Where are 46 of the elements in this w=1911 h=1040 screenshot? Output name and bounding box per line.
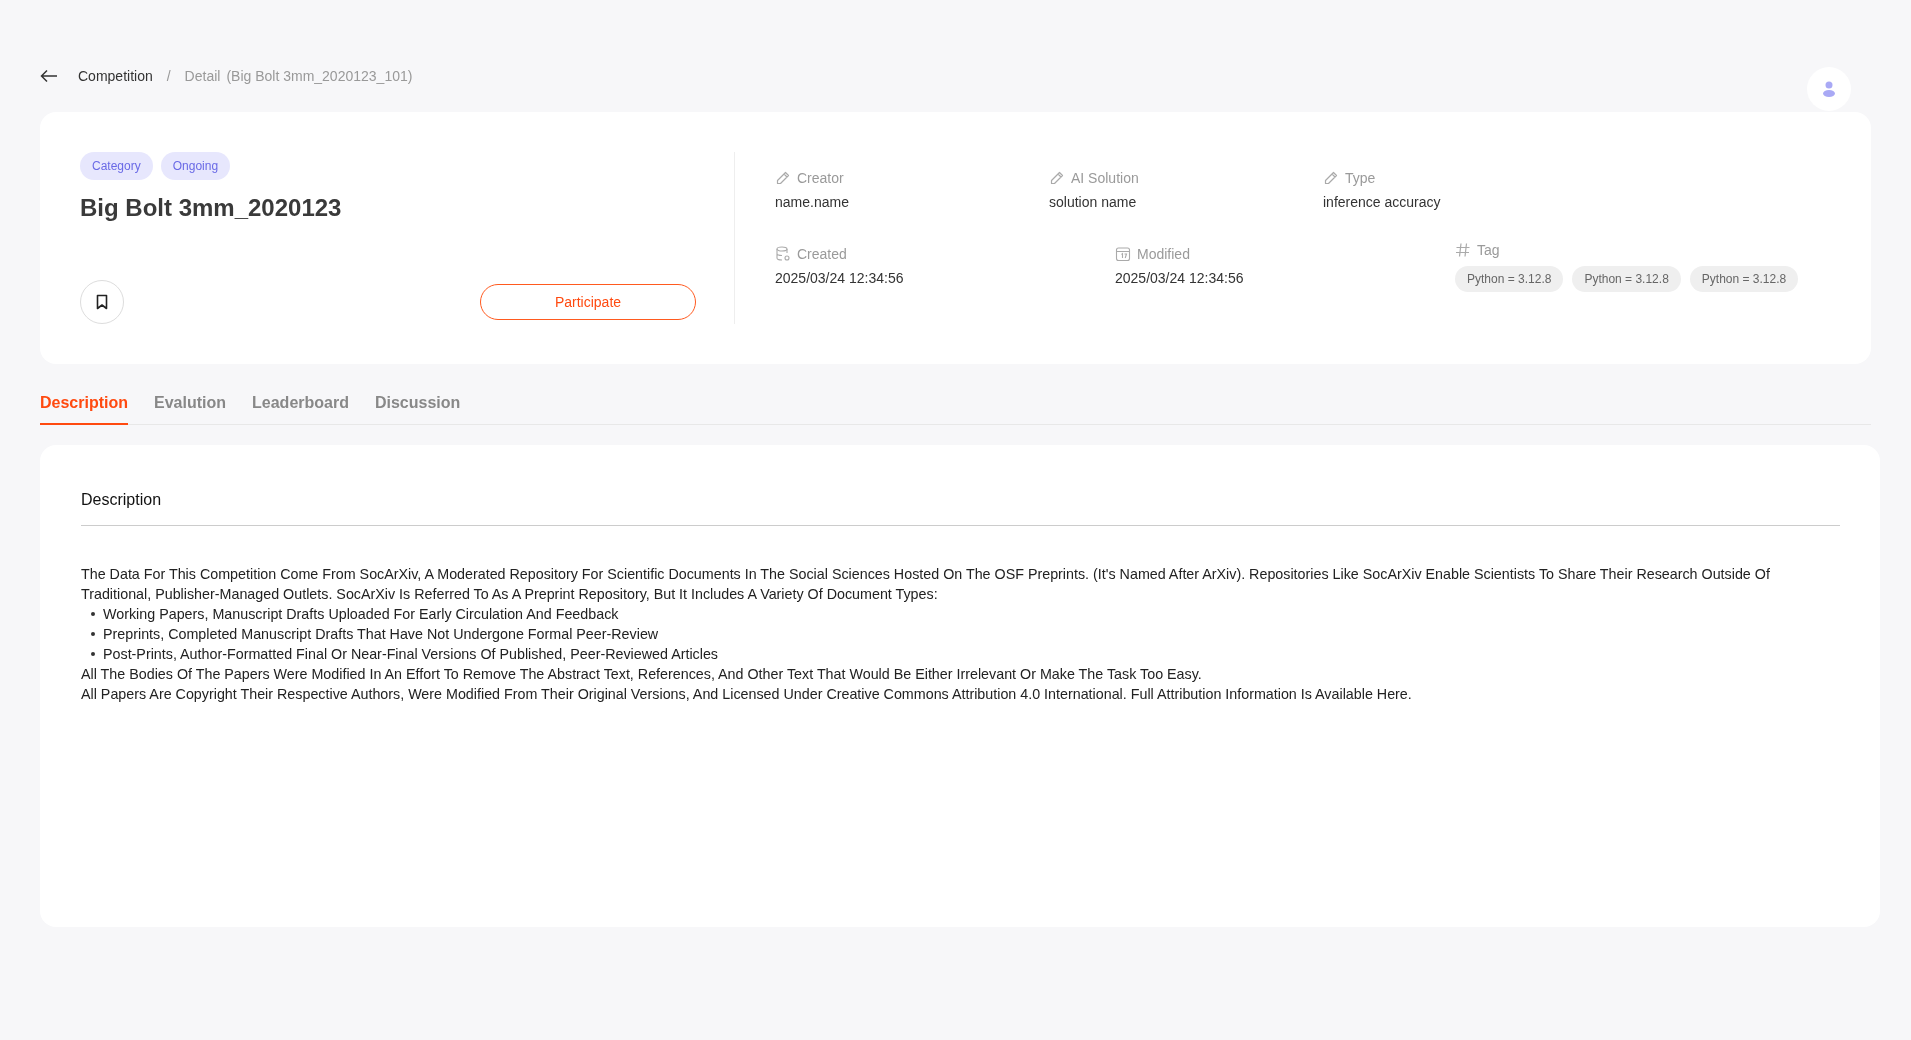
tab[interactable]: Leaderboard bbox=[252, 394, 349, 425]
field-value: 2025/03/24 12:34:56 bbox=[775, 270, 905, 286]
pencil-icon bbox=[775, 170, 791, 186]
pencil-icon bbox=[1323, 170, 1339, 186]
tag-chip: Python = 3.12.8 bbox=[1455, 266, 1564, 292]
bookmark-button[interactable] bbox=[80, 280, 124, 324]
user-icon bbox=[1822, 81, 1836, 97]
list-item: Preprints, Completed Manuscript Drafts That Have Not Undergone Formal Peer-Review bbox=[103, 625, 659, 644]
breadcrumb-current: Detail bbox=[184, 68, 221, 84]
tab[interactable]: Evalution bbox=[154, 394, 227, 425]
tag-chip: Python = 3.12.8 bbox=[1572, 266, 1681, 292]
hash-icon bbox=[1455, 242, 1471, 258]
bookmark-icon bbox=[96, 294, 108, 310]
list-item: Working Papers, Manuscript Drafts Uploaded For Early Circulation And Feedback bbox=[103, 605, 619, 624]
field-label: Creator bbox=[797, 170, 844, 186]
pencil-icon bbox=[1049, 170, 1065, 186]
description-paragraph: All The Bodies Of The Papers Were Modified In An Effort To Remove The Abstract Text, References, And Other Text That Would Be Either Irrelevant Or Make The Task Too Easy. bbox=[81, 665, 1203, 684]
tab[interactable]: Description bbox=[40, 394, 128, 425]
field-value: name.name bbox=[775, 194, 850, 210]
calendar-icon bbox=[1115, 246, 1131, 262]
field-value: 2025/03/24 12:34:56 bbox=[1115, 270, 1245, 286]
field-value: solution name bbox=[1049, 194, 1138, 210]
field-label: Type bbox=[1345, 170, 1376, 186]
back-arrow-icon[interactable] bbox=[40, 69, 58, 83]
status-badge: Category bbox=[80, 152, 153, 180]
bullet-icon bbox=[91, 612, 95, 616]
field-label: Created bbox=[797, 246, 847, 262]
breadcrumb-separator: / bbox=[166, 68, 171, 84]
field-label: Modified bbox=[1137, 246, 1190, 262]
breadcrumb-link[interactable]: Competition bbox=[78, 68, 153, 84]
participate-button[interactable]: Participate bbox=[480, 284, 696, 320]
tag-chip: Python = 3.12.8 bbox=[1689, 266, 1799, 292]
bullet-icon bbox=[91, 652, 95, 656]
section-heading: Description bbox=[81, 491, 1840, 526]
list-item: Post-Prints, Author-Formatted Final Or Near-Final Versions Of Published, Peer-Reviewed Articles bbox=[103, 645, 718, 664]
competition-title: Big Bolt 3mm_2020123 bbox=[80, 194, 343, 222]
breadcrumb-detail: (Big Bolt 3mm_2020123_101) bbox=[226, 68, 413, 84]
field-label: AI Solution bbox=[1071, 170, 1139, 186]
description-paragraph: All Papers Are Copyright Their Respective Authors, Were Modified From Their Original Versions, And Licensed Under Creative Commons Attribution 4.0 International. Full Attribution Information Is Available Here. bbox=[81, 685, 1413, 704]
field-label: Tag bbox=[1477, 242, 1500, 258]
status-badge: Ongoing bbox=[160, 152, 231, 180]
bullet-icon bbox=[91, 632, 95, 636]
field-value: inference accuracy bbox=[1323, 194, 1442, 210]
tab[interactable]: Discussion bbox=[374, 394, 461, 425]
database-icon bbox=[775, 246, 791, 262]
description-paragraph: The Data For This Competition Come From SocArXiv, A Moderated Repository For Scientific Documents In The Social Sciences Hosted On The OSF Preprints. (It's Named After ArXiv). Repositories Like SocArXiv Enable Scientists To Share Their Research Outside Of Traditional, Publisher-Managed Outlets. SocArXiv Is Referred To As A Preprint Repository, But It Includes A Variety Of Document Types: bbox=[81, 565, 1771, 604]
